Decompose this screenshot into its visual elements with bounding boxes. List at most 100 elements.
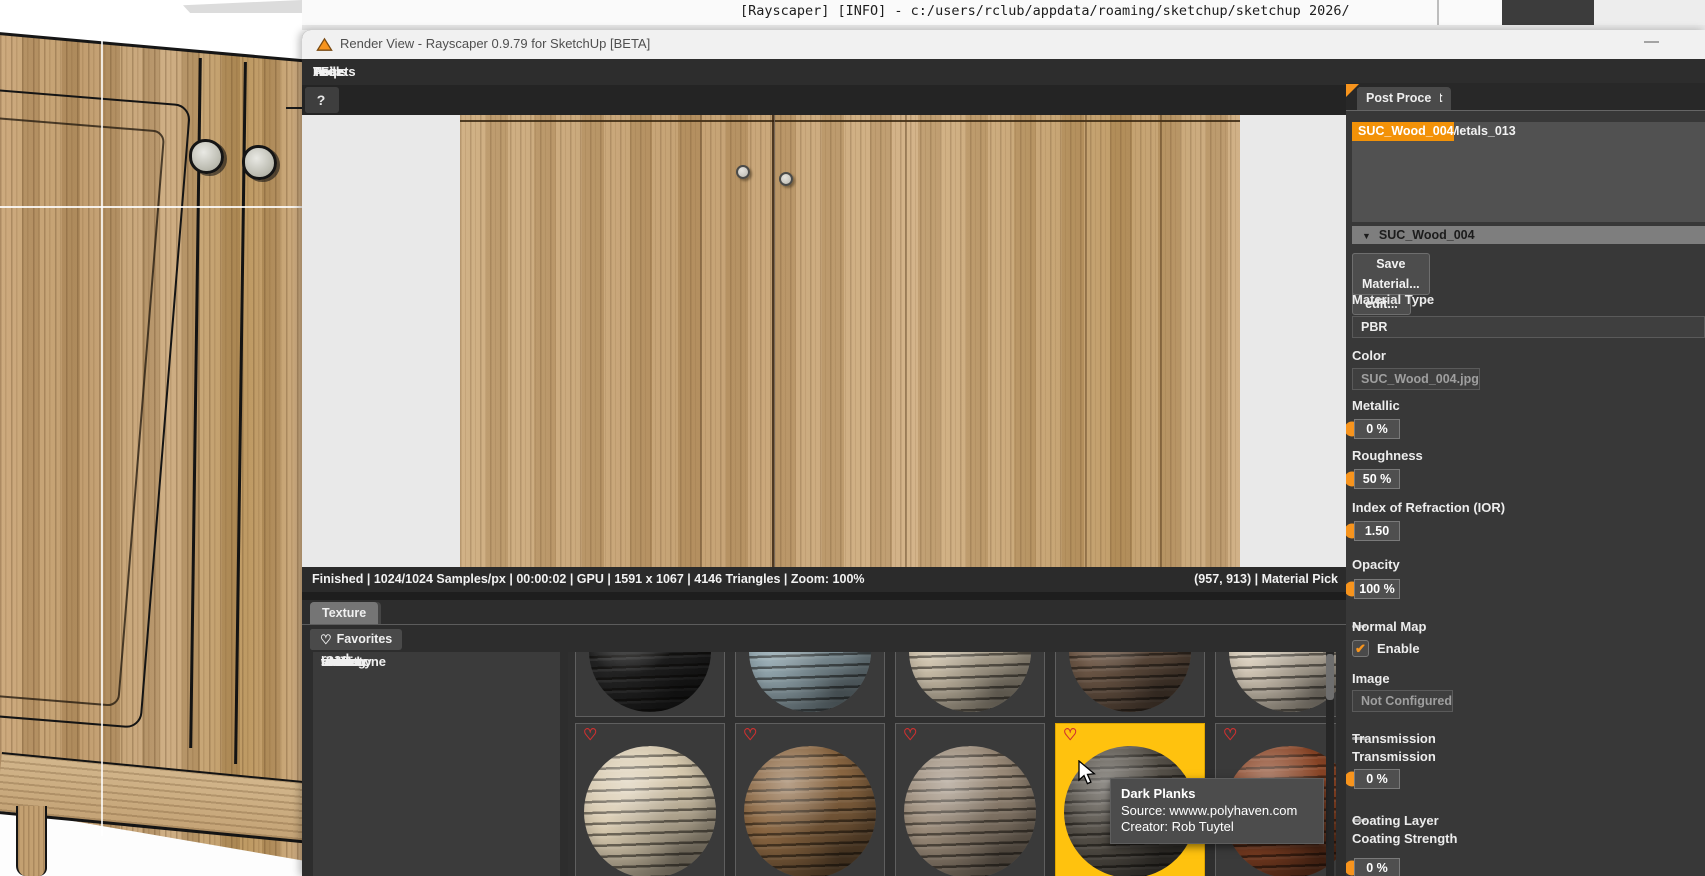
cursor-coordinates-text: (957, 913) | Material Pick: [1194, 572, 1338, 586]
sketchup-axis-line-vertical: [101, 36, 103, 836]
tab-post-proce[interactable]: Post Proce: [1357, 87, 1441, 110]
category-item-velvet[interactable]: velvet: [313, 652, 358, 672]
menu-bar: File Tools Assets Help: [302, 59, 1705, 85]
settings-panel: CameraEnvironmentMaterialsRenderPost Pro…: [1346, 83, 1705, 876]
material-type-select[interactable]: PBR: [1352, 316, 1705, 338]
heart-outline-icon: ♡: [320, 632, 332, 647]
texture-tile[interactable]: [895, 652, 1045, 717]
screen: [Rayscaper] [INFO] - c:/users/rclub/appd…: [0, 0, 1705, 876]
favorite-heart-icon[interactable]: ♡: [903, 725, 917, 745]
texture-tile[interactable]: ♡: [895, 723, 1045, 876]
menu-help[interactable]: Help: [302, 59, 352, 85]
wardrobe-plank-seam: [700, 115, 702, 567]
save-material-button[interactable]: Save Material...: [1352, 253, 1430, 295]
texture-sphere-preview: [584, 746, 716, 876]
normal-map-section-label: Normal Map: [1352, 618, 1427, 634]
color-texture-row: SUC_Wood_004.jpg: [1352, 368, 1705, 390]
scrollbar-thumb[interactable]: [1326, 654, 1334, 700]
texture-tile[interactable]: [1215, 652, 1336, 717]
material-list-item[interactable]: SUC_Wood_004: [1352, 122, 1454, 141]
favorite-heart-icon[interactable]: ♡: [743, 725, 757, 745]
panel-corner-marker: [1346, 84, 1359, 97]
cabinet-knob: [189, 139, 224, 174]
transmission-value[interactable]: 0 %: [1354, 769, 1400, 789]
metallic-row: 0 %: [1346, 418, 1705, 440]
texture-sphere-preview: [749, 652, 871, 712]
wardrobe-knob: [779, 172, 793, 186]
opacity-value[interactable]: 100 %: [1354, 579, 1400, 599]
window-titlebar[interactable]: Render View - Rayscaper 0.9.79 for Sketc…: [302, 30, 1705, 59]
render-status-bar: Finished | 1024/1024 Samples/px | 00:00:…: [302, 567, 1346, 592]
transmission-section-label: Transmission: [1352, 730, 1436, 746]
ior-value[interactable]: 1.50: [1354, 521, 1400, 541]
rendered-wardrobe-image: [460, 115, 1240, 567]
favorite-heart-icon[interactable]: ♡: [1063, 725, 1077, 745]
tab-divider-line: [302, 624, 1346, 625]
render-view-window: Render View - Rayscaper 0.9.79 for Sketc…: [302, 30, 1705, 876]
panel-splitter[interactable]: [302, 592, 1346, 600]
texture-tile[interactable]: ♡: [575, 723, 725, 876]
transmission-label: Transmission: [1352, 749, 1436, 764]
favorite-heart-icon[interactable]: ♡: [1223, 725, 1237, 745]
texture-tile[interactable]: [1055, 652, 1205, 717]
favorite-heart-icon[interactable]: ♡: [583, 725, 597, 745]
ior-row: 1.50: [1346, 520, 1705, 542]
enable-label: Enable: [1377, 640, 1420, 656]
collapse-triangle-icon: ▼: [1362, 231, 1371, 241]
console-dark-block: [1502, 0, 1594, 25]
sketchup-viewport-background: [0, 0, 302, 876]
normal-map-image-field[interactable]: Not Configured: [1352, 690, 1453, 712]
help-button[interactable]: ?: [307, 87, 335, 113]
filter-favorites[interactable]: ♡ Favorites: [310, 629, 403, 650]
opacity-row: 100 %: [1346, 578, 1705, 600]
roughness-row: 50 %: [1346, 468, 1705, 490]
texture-tile[interactable]: [575, 652, 725, 717]
transmission-section: Transmission: [1352, 730, 1705, 746]
console-divider: [1437, 0, 1439, 25]
opacity-label: Opacity: [1352, 557, 1400, 572]
tooltip-creator: Creator: Rob Tuytel: [1121, 819, 1234, 834]
material-section-title: SUC_Wood_004: [1378, 228, 1475, 242]
wardrobe-knob: [736, 165, 750, 179]
texture-tile[interactable]: ♡: [735, 723, 885, 876]
category-list: road rock roofing sand sandstone satin snow str…: [313, 652, 560, 876]
rayscaper-logo-icon: [316, 37, 333, 51]
wardrobe-top-edge: [460, 120, 1240, 122]
metallic-value[interactable]: 0 %: [1354, 419, 1400, 439]
texture-grid-scrollbar[interactable]: [1326, 652, 1334, 876]
cabinet-knob: [242, 145, 277, 180]
coating-layer-section-label: Coating Layer: [1352, 812, 1439, 828]
coating-strength-row: 0 %: [1346, 857, 1705, 876]
texture-sphere-preview: [904, 746, 1036, 876]
texture-tooltip: Dark Planks Source: wwww.polyhaven.com C…: [1110, 778, 1324, 844]
roughness-value[interactable]: 50 %: [1354, 469, 1400, 489]
asset-tab-texture[interactable]: Texture: [310, 602, 379, 624]
coating-layer-section: Coating Layer: [1352, 812, 1705, 828]
cabinet-leg: [16, 806, 47, 876]
sketchup-console-strip: [Rayscaper] [INFO] - c:/users/rclub/appd…: [302, 0, 1705, 30]
coating-strength-label: Coating Strength: [1352, 831, 1458, 846]
asset-browser-panel: HDRIMaterialTexture CategoriesTags♡Favor…: [302, 600, 1346, 876]
render-viewport[interactable]: [302, 115, 1346, 567]
coating-strength-value[interactable]: 0 %: [1354, 858, 1400, 876]
material-section-header[interactable]: ▼ SUC_Wood_004: [1352, 226, 1705, 244]
window-title: Render View - Rayscaper 0.9.79 for Sketc…: [340, 36, 651, 51]
help-icon: ?: [316, 92, 326, 108]
color-label: Color: [1352, 348, 1386, 363]
color-texture-field[interactable]: SUC_Wood_004.jpg: [1352, 368, 1480, 390]
roughness-label: Roughness: [1352, 448, 1423, 463]
console-log-text: [Rayscaper] [INFO] - c:/users/rclub/appd…: [740, 3, 1350, 19]
minimize-button[interactable]: —: [1638, 31, 1665, 52]
mouse-cursor: [1078, 760, 1096, 785]
normal-map-enable-row: ✔ Enable: [1352, 639, 1420, 657]
cabinet-frame-line: [286, 107, 302, 109]
texture-tile[interactable]: [735, 652, 885, 717]
normal-map-image-row: Not Configured: [1352, 690, 1705, 712]
wardrobe-plank-seam: [1085, 115, 1087, 567]
enable-checkbox[interactable]: ✔: [1352, 639, 1369, 657]
materials-list: <auto>[0010_Snow]SUC_Brushed_Metals_013S…: [1352, 122, 1705, 222]
settings-tab-divider: [1346, 110, 1705, 111]
texture-sphere-preview: [744, 746, 876, 876]
wardrobe-plank-seam: [905, 115, 907, 567]
texture-sphere-preview: [589, 652, 711, 712]
